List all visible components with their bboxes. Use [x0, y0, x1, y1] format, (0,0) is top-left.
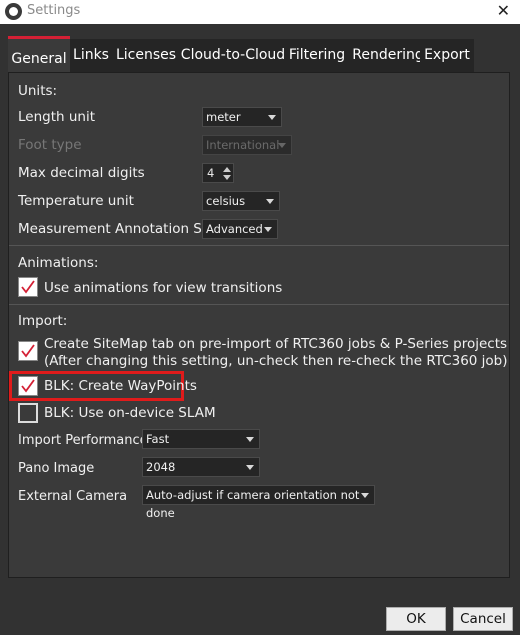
tab-cloud-to-cloud[interactable]: Cloud-to-Cloud — [180, 39, 286, 72]
foot-type-label: Foot type — [18, 137, 82, 153]
checkmark-icon — [21, 344, 35, 358]
temperature-unit-value: celsius — [206, 194, 246, 208]
max-decimal-stepper[interactable]: 4 — [202, 163, 234, 183]
animations-heading: Animations: — [18, 255, 99, 271]
create-sitemap-label[interactable]: Create SiteMap tab on pre-import of RTC3… — [44, 336, 507, 352]
create-waypoints-label[interactable]: BLK: Create WayPoints — [44, 378, 197, 394]
ok-button[interactable]: OK — [386, 607, 446, 631]
import-heading: Import: — [18, 313, 68, 329]
temperature-unit-label: Temperature unit — [18, 193, 134, 209]
foot-type-select: International — [202, 135, 292, 155]
length-unit-select[interactable]: meter — [202, 107, 282, 127]
create-waypoints-checkbox[interactable] — [18, 376, 38, 396]
tab-filtering[interactable]: Filtering — [286, 39, 348, 72]
use-animations-label[interactable]: Use animations for view transitions — [44, 280, 282, 296]
max-decimal-value: 4 — [207, 166, 215, 180]
tab-rendering[interactable]: Rendering — [348, 39, 428, 72]
external-camera-select[interactable]: Auto-adjust if camera orientation not do… — [142, 485, 375, 520]
chevron-down-icon — [268, 115, 276, 120]
foot-type-value: International — [206, 138, 280, 152]
annotation-style-label: Measurement Annotation Style — [18, 221, 228, 237]
checkmark-icon — [21, 280, 35, 294]
external-camera-value: Auto-adjust if camera orientation not do… — [146, 488, 360, 520]
tab-licenses[interactable]: Licenses — [112, 39, 180, 72]
max-decimal-label: Max decimal digits — [18, 165, 145, 181]
tab-export[interactable]: Export — [420, 39, 474, 72]
tab-bar: General Links Licenses Cloud-to-Cloud Fi… — [8, 36, 478, 72]
chevron-down-icon — [246, 465, 254, 470]
temperature-unit-select[interactable]: celsius — [202, 191, 280, 211]
chevron-down-icon — [266, 199, 274, 204]
app-logo-icon — [5, 3, 22, 20]
annotation-style-select[interactable]: Advanced — [202, 219, 278, 239]
create-sitemap-note: (After changing this setting, un-check t… — [44, 353, 508, 369]
length-unit-label: Length unit — [18, 109, 96, 125]
chevron-down-icon — [246, 437, 254, 442]
tab-links[interactable]: Links — [70, 39, 112, 72]
divider — [9, 304, 509, 305]
chevron-down-icon — [264, 227, 272, 232]
units-heading: Units: — [18, 83, 58, 99]
arrow-up-icon[interactable] — [223, 167, 231, 172]
checkmark-icon — [21, 379, 35, 393]
import-performance-label: Import Performance — [18, 433, 148, 448]
pano-image-value: 2048 — [146, 460, 176, 474]
window-title: Settings — [27, 3, 81, 18]
title-bar: Settings ✕ — [0, 0, 520, 24]
on-device-slam-label[interactable]: BLK: Use on-device SLAM — [44, 405, 216, 421]
annotation-style-value: Advanced — [206, 222, 263, 236]
pano-image-label: Pano Image — [18, 461, 95, 476]
on-device-slam-checkbox[interactable] — [18, 403, 38, 423]
use-animations-checkbox[interactable] — [18, 277, 38, 297]
chevron-down-icon — [278, 143, 286, 148]
pano-image-select[interactable]: 2048 — [142, 457, 260, 477]
arrow-down-icon[interactable] — [223, 175, 231, 180]
cancel-button[interactable]: Cancel — [453, 607, 513, 631]
chevron-down-icon — [361, 493, 369, 498]
import-performance-value: Fast — [146, 432, 170, 446]
tab-general[interactable]: General — [8, 36, 70, 72]
import-performance-select[interactable]: Fast — [142, 429, 260, 449]
divider — [9, 245, 509, 246]
external-camera-label: External Camera — [18, 489, 128, 504]
general-settings-panel: Units: Length unit meter Foot type Inter… — [8, 72, 510, 578]
close-icon[interactable]: ✕ — [497, 1, 510, 20]
length-unit-value: meter — [206, 110, 241, 124]
create-sitemap-checkbox[interactable] — [18, 341, 38, 361]
